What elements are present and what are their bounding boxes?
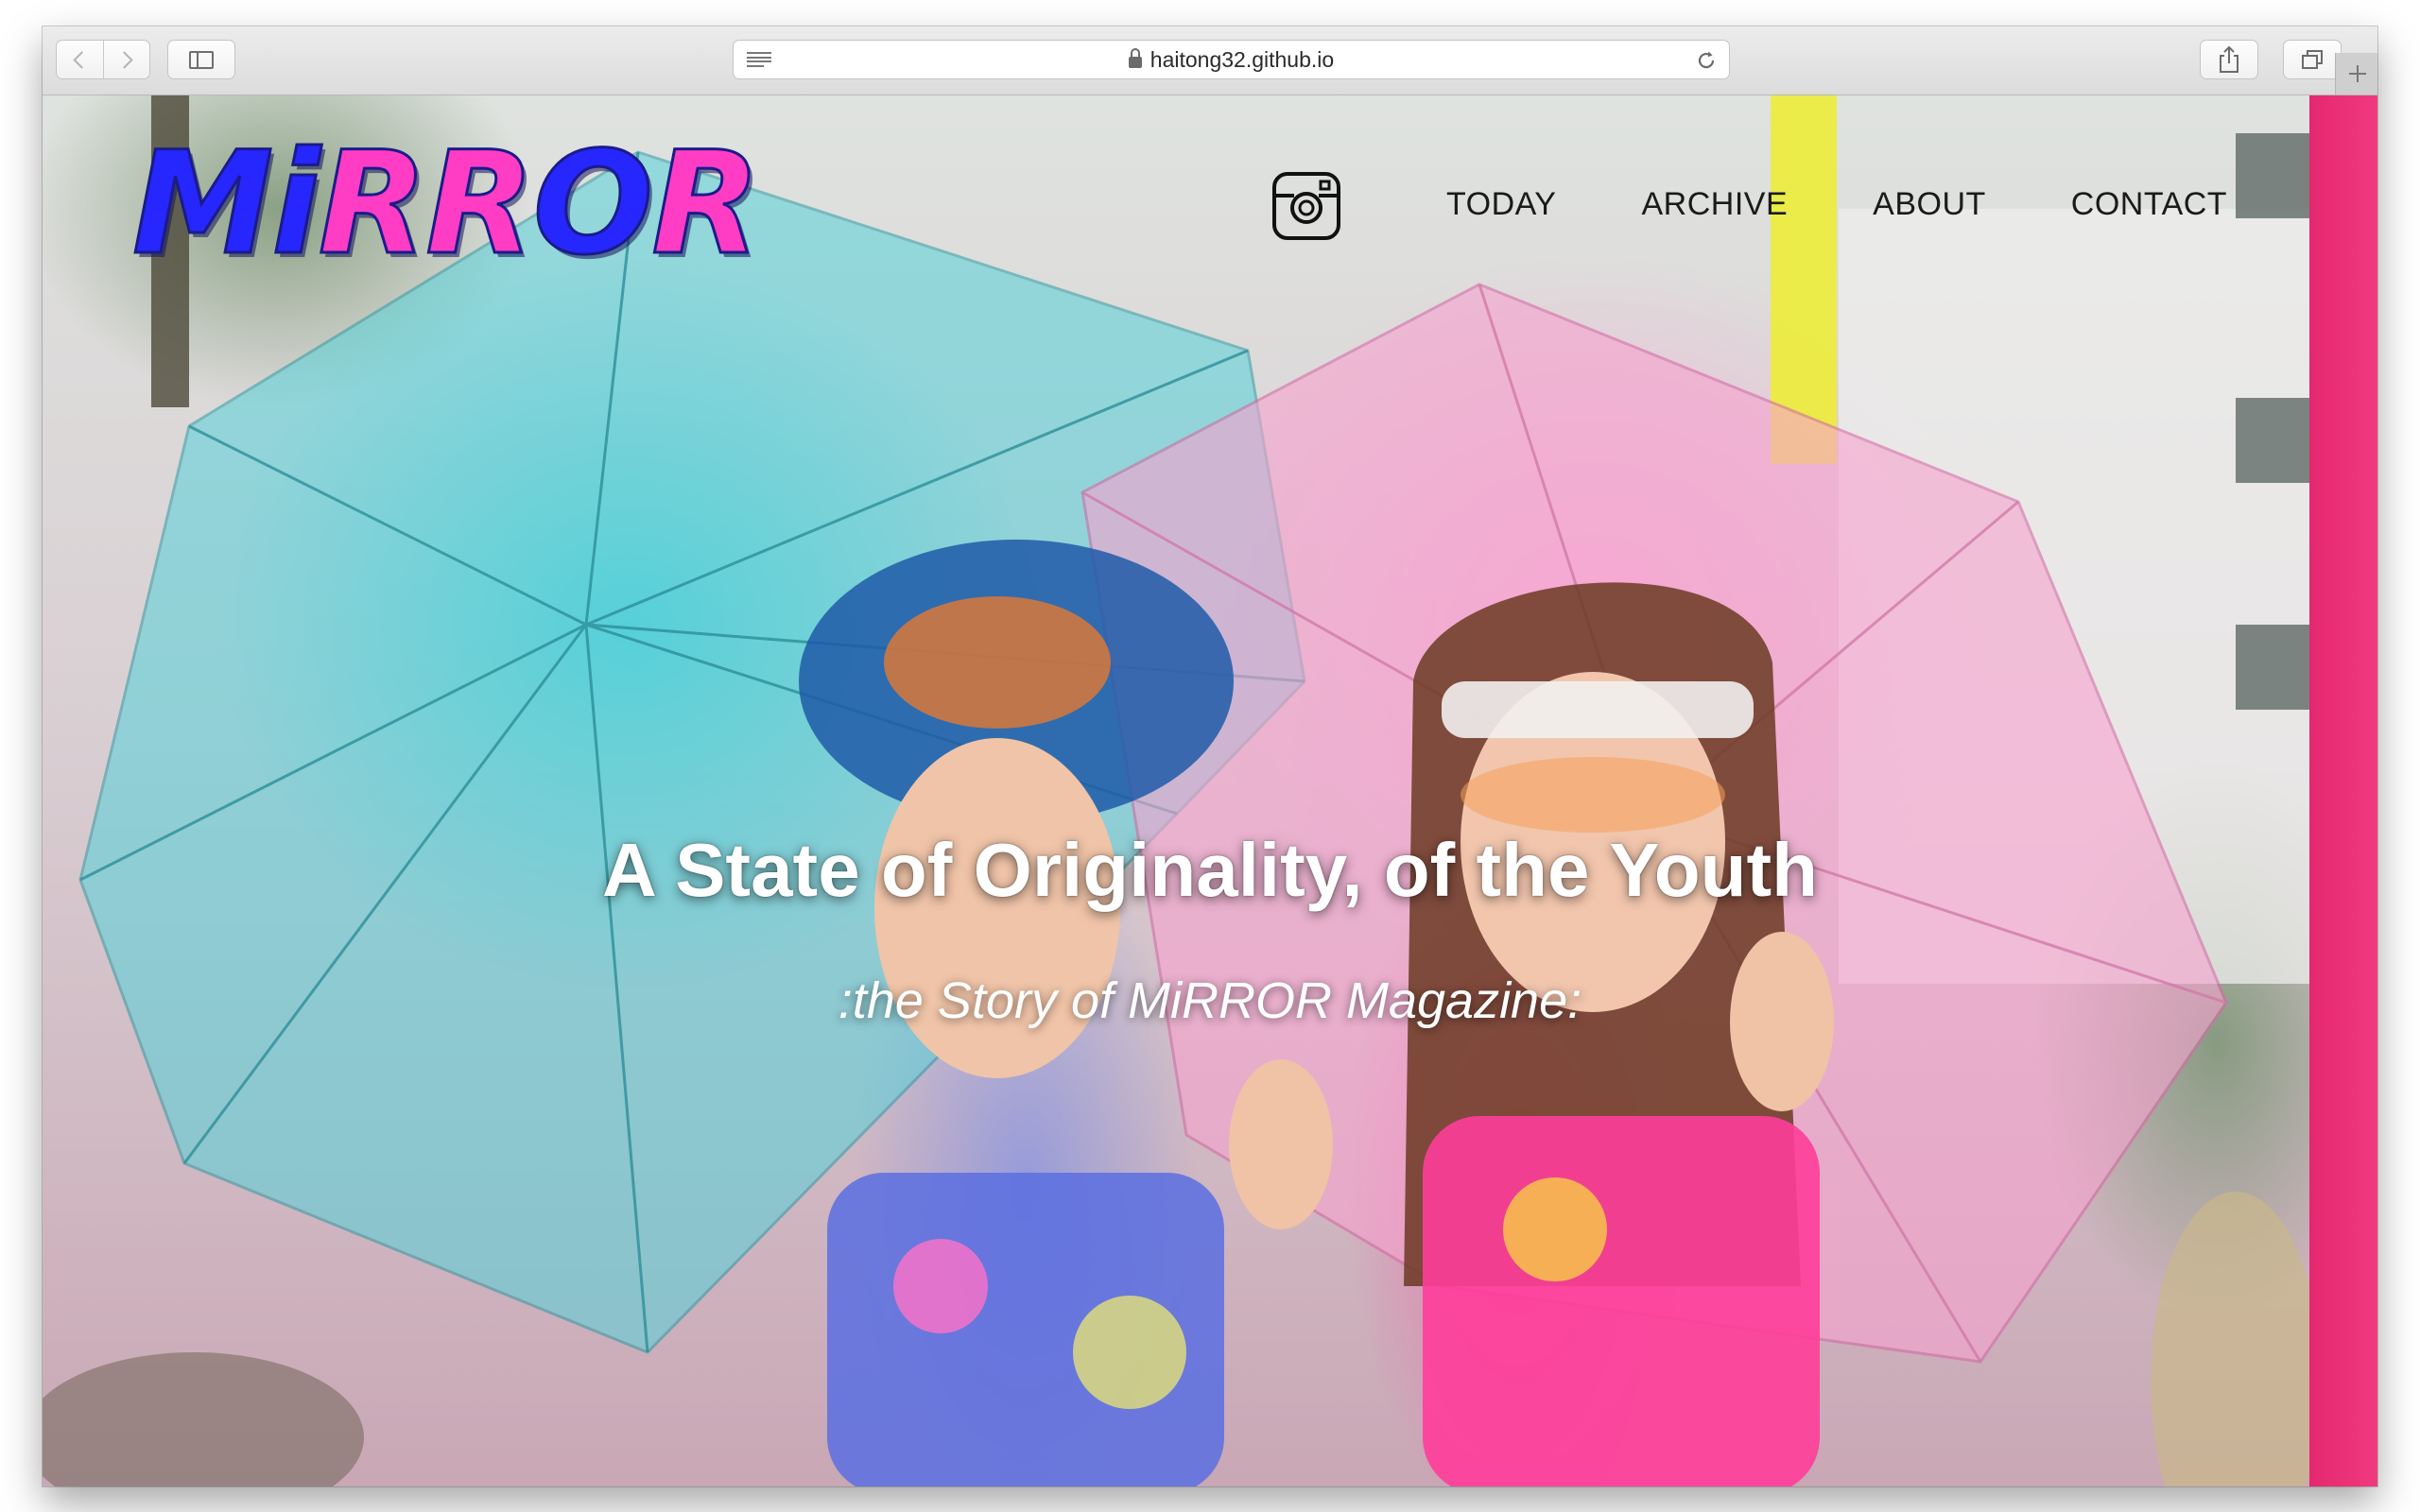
hero-subtitle: :the Story of MiRROR Magazine: [838, 972, 1582, 1029]
share-button[interactable] [2200, 40, 2258, 79]
show-tabs-button[interactable] [2283, 40, 2342, 79]
reload-icon[interactable] [1695, 49, 1718, 72]
nav-link-contact[interactable]: CONTACT [2071, 186, 2227, 223]
nav-link-about[interactable]: ABOUT [1873, 186, 1986, 223]
new-tab-button[interactable] [2335, 53, 2377, 94]
logo-letter: R [317, 122, 428, 286]
instagram-link[interactable] [1271, 171, 1341, 241]
logo-letter: M [130, 122, 274, 286]
hero-section: MiRROR TODAY ARCHIVE ABOUT CONTACT A Sta… [43, 95, 2377, 1486]
logo-letter: R [424, 122, 536, 286]
chevron-left-icon [73, 50, 91, 69]
tabs-icon [2302, 50, 2323, 69]
sidebar-icon [189, 50, 214, 69]
browser-window: haitong32.github.io MiRROR TODAY ARCHIVE… [43, 26, 2377, 1486]
sidebar-toggle-button[interactable] [167, 40, 235, 79]
hero-title: A State of Originality, of the Youth [602, 827, 1818, 912]
nav-link-today[interactable]: TODAY [1446, 186, 1557, 223]
logo-letter: i [270, 122, 321, 286]
logo-letter: O [531, 122, 654, 286]
hero-background-photo [43, 95, 2321, 1486]
logo-letter: R [650, 122, 762, 286]
main-nav: TODAY ARCHIVE ABOUT CONTACT [1446, 186, 2227, 223]
browser-toolbar: haitong32.github.io [43, 26, 2377, 95]
share-icon [2220, 45, 2238, 73]
plus-icon [2348, 65, 2366, 82]
url-text[interactable]: haitong32.github.io [1150, 47, 1334, 73]
address-bar[interactable]: haitong32.github.io [733, 40, 1730, 79]
mirror-logo[interactable]: MiRROR [130, 132, 762, 277]
back-button[interactable] [57, 41, 103, 78]
lock-icon [1128, 48, 1142, 68]
chevron-right-icon [115, 50, 133, 69]
instagram-icon [1272, 172, 1340, 240]
pink-edge-strip [2309, 95, 2377, 1486]
forward-button[interactable] [102, 41, 150, 78]
history-nav-group [56, 40, 150, 79]
nav-link-archive[interactable]: ARCHIVE [1642, 186, 1789, 223]
url-display: haitong32.github.io [734, 41, 1729, 78]
